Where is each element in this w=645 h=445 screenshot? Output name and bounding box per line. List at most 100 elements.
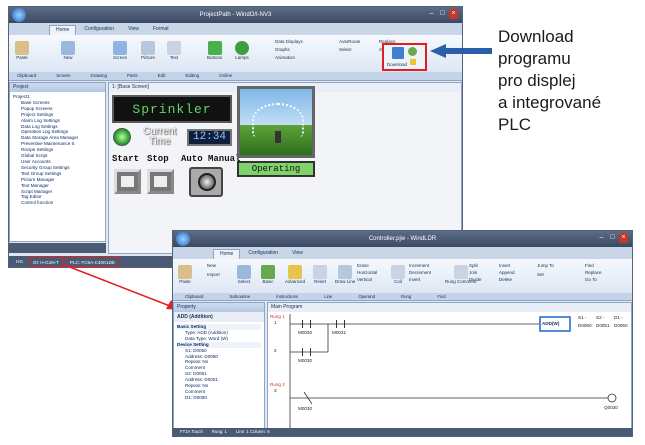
autoroute-button[interactable]: AutoRoute (339, 39, 360, 44)
contact-operand[interactable]: M0030 (298, 330, 312, 335)
tab-home[interactable]: Home (213, 249, 241, 259)
property-pane-title: Property (174, 303, 264, 312)
project-tree: Project1 Base Screens Popup Screens Project… (10, 92, 105, 208)
line-number: 1 (274, 320, 277, 325)
tab-view[interactable]: View (286, 249, 309, 259)
stop-button-face (154, 176, 167, 187)
app-orb-icon[interactable] (176, 232, 190, 246)
tab-configuration[interactable]: Configuration (78, 25, 120, 35)
text-icon (167, 41, 181, 55)
screen-button[interactable]: Screen (113, 41, 127, 60)
contact-operand[interactable]: M0031 (332, 330, 346, 335)
increment-button[interactable]: Increment (409, 263, 429, 268)
divide-button[interactable]: Divide (469, 277, 482, 282)
operand-s1: S1 - (578, 315, 587, 320)
advanced-icon (288, 265, 302, 279)
simulation-icon (408, 47, 417, 56)
download-button[interactable]: Download (382, 43, 427, 71)
decrement-button[interactable]: Decrement (409, 270, 431, 275)
advanced-button[interactable]: Advanced (285, 265, 305, 284)
status-bar-2: FT1A Touch Rung: 1 Line: 1 Column: 6 (173, 428, 632, 436)
basic-button[interactable]: Basic (261, 265, 275, 284)
new-button[interactable]: New (61, 41, 75, 60)
delete-button[interactable]: Delete (499, 277, 512, 282)
maximize-icon[interactable]: □ (608, 233, 617, 243)
join-button[interactable]: Join (469, 270, 477, 275)
ribbon2-group-labels: Clipboard Subroutine Instructions Line O… (173, 293, 632, 300)
horizontal-button[interactable]: Horizontal (357, 270, 377, 275)
append-button[interactable]: Append (499, 270, 515, 275)
select-icon (237, 265, 251, 279)
close-icon[interactable]: × (449, 9, 458, 19)
contact-operand[interactable]: M0030 (298, 406, 312, 411)
erase-button[interactable]: Erase (357, 263, 369, 268)
tab-configuration[interactable]: Configuration (242, 249, 284, 259)
connector-arrow (61, 263, 180, 310)
window2-title: Controller.pjw - WindLDR (368, 236, 437, 242)
tab-view[interactable]: View (122, 25, 145, 35)
rung-label: Rung 2 (270, 382, 285, 387)
ladder-diagram (289, 314, 617, 428)
property-row[interactable]: D1: D0050 (177, 395, 261, 401)
close-icon[interactable]: × (619, 233, 628, 243)
contact-operand[interactable]: M0030 (298, 358, 312, 363)
replace-button[interactable]: Replace (585, 270, 602, 275)
draw-line-button[interactable]: Draw Line (335, 265, 355, 284)
file-group: New Import (207, 263, 220, 277)
animation-button[interactable]: Animation (275, 55, 295, 60)
select-button[interactable]: Select (339, 47, 352, 52)
window-title: ProjectPath - WindO/I-NV3 (199, 12, 272, 18)
line-number: 2 (274, 348, 277, 353)
coil-operand[interactable]: Q0030 (604, 405, 618, 410)
find-group: Find Replace Go To (585, 263, 602, 282)
paste-icon (15, 41, 29, 55)
app-orb-icon[interactable] (12, 8, 26, 22)
lamps-button[interactable]: Lamps (235, 41, 249, 60)
start-button[interactable] (114, 169, 141, 194)
project-tree-item[interactable]: Control function (13, 200, 102, 206)
buttons-button[interactable]: Buttons (207, 41, 222, 60)
select-button[interactable]: Select (237, 265, 251, 284)
find-button[interactable]: Find (585, 263, 594, 268)
minimize-icon[interactable]: – (427, 9, 436, 19)
main-program-tab[interactable]: Main Program (268, 303, 631, 312)
go-to-button[interactable]: Go To (585, 277, 597, 282)
paste-button[interactable]: Paste (178, 265, 192, 284)
stop-button[interactable] (147, 169, 174, 194)
screen-icon (113, 41, 128, 55)
graphs-button[interactable]: Graphs (275, 47, 290, 52)
new-button[interactable]: New (207, 263, 216, 268)
current-time-label: Current Time (143, 126, 177, 147)
rung-group: Split Join Divide (469, 263, 482, 282)
text-button[interactable]: Text (167, 41, 181, 60)
add-instruction[interactable]: ADD(W) (542, 321, 559, 326)
jump-to-button[interactable]: Jump To (537, 263, 554, 268)
selector-knob-icon (198, 173, 216, 191)
sprinkler-title: Sprinkler (132, 102, 212, 117)
vertical-button[interactable]: Vertical (357, 277, 372, 282)
start-button-face (121, 176, 134, 187)
picture-button[interactable]: Picture (141, 41, 155, 60)
buttons-icon (207, 41, 222, 55)
window-windldr: Controller.pjw - WindLDR – □ × Home Conf… (172, 230, 633, 437)
maximize-icon[interactable]: □ (438, 9, 447, 19)
ribbon: Paste New Screen Picture Text Buttons La… (9, 35, 462, 81)
paste-button[interactable]: Paste (15, 41, 29, 60)
tab-format[interactable]: Format (147, 25, 175, 35)
coil-button[interactable]: Coil (391, 265, 405, 284)
split-button[interactable]: Split (469, 263, 478, 268)
tab-home[interactable]: Home (49, 25, 77, 35)
import-button[interactable]: Import (207, 272, 220, 277)
operand-s2: S2 - (596, 315, 605, 320)
warning-icon (410, 59, 416, 65)
invert-button[interactable]: Invert (409, 277, 420, 282)
basic-icon (261, 265, 275, 279)
insert-button[interactable]: Insert (499, 263, 510, 268)
data-displays-button[interactable]: Data Displays (275, 39, 303, 44)
coil-icon (391, 265, 405, 279)
auto-manual-selector[interactable] (189, 167, 223, 197)
time-display: 12:34 (187, 129, 232, 146)
reset-button[interactable]: Reset (313, 265, 327, 284)
minimize-icon[interactable]: – (597, 233, 606, 243)
set-button[interactable]: Set (537, 272, 544, 277)
